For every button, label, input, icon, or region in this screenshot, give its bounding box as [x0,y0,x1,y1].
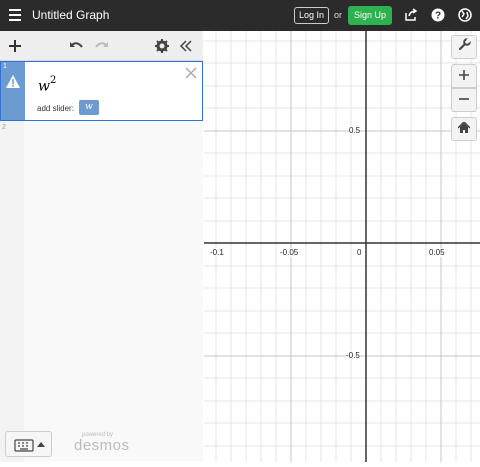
expression-item[interactable]: 1 w2 add slider: w [0,61,203,121]
home-icon [457,120,471,138]
top-bar: Untitled Graph Log In or Sign Up ? [0,0,480,31]
settings-icon[interactable] [154,38,170,54]
graph-title[interactable]: Untitled Graph [32,8,109,22]
expression-number: 2 [2,124,6,131]
zoom-in-button[interactable] [451,64,477,88]
minus-icon [459,91,469,109]
math-exponent: 2 [49,75,57,86]
x-tick-label: -0.05 [280,248,299,257]
menu-icon[interactable] [9,9,21,21]
expression-item-empty[interactable]: 2 [0,121,24,462]
zoom-out-button[interactable] [451,88,477,112]
expression-gutter: 1 [1,62,25,120]
graph-grid [204,31,480,462]
or-text: or [334,10,343,20]
expression-list: 1 w2 add slider: w 2 [0,61,203,462]
expression-toolbar [0,31,203,61]
math-base: w [38,78,50,95]
expression-math[interactable]: w2 [38,75,57,95]
plus-icon [459,67,469,85]
keyboard-toggle-button[interactable] [5,431,52,457]
wrench-icon [458,37,472,56]
x-tick-label: -0.1 [210,248,224,257]
y-tick-label: 0.5 [349,126,361,135]
login-button[interactable]: Log In [294,7,329,24]
x-tick-label: 0.05 [429,248,445,257]
add-slider-label: add slider: [37,104,74,113]
globe-icon[interactable] [457,7,473,23]
x-tick-label: 0 [357,248,362,257]
help-icon[interactable]: ? [430,7,446,23]
add-icon[interactable] [7,38,23,54]
graph-settings-button[interactable] [451,35,477,59]
default-viewport-button[interactable] [451,117,477,141]
y-tick-label: -0.5 [346,351,360,360]
redo-icon[interactable] [94,38,110,54]
close-icon[interactable] [185,66,197,84]
expression-panel: 1 w2 add slider: w 2 powered by desmos [0,31,203,462]
undo-icon[interactable] [68,38,84,54]
graph-canvas[interactable]: -0.1 -0.05 0 0.05 0.5 -0.5 [204,31,480,462]
share-icon[interactable] [403,7,419,23]
svg-text:?: ? [435,11,441,22]
signup-button[interactable]: Sign Up [348,6,392,25]
expression-number: 1 [3,63,7,70]
warning-icon[interactable] [6,75,20,93]
collapse-icon[interactable] [178,38,194,54]
desmos-logo[interactable]: desmos [74,437,130,454]
add-slider-button[interactable]: w [79,100,99,115]
